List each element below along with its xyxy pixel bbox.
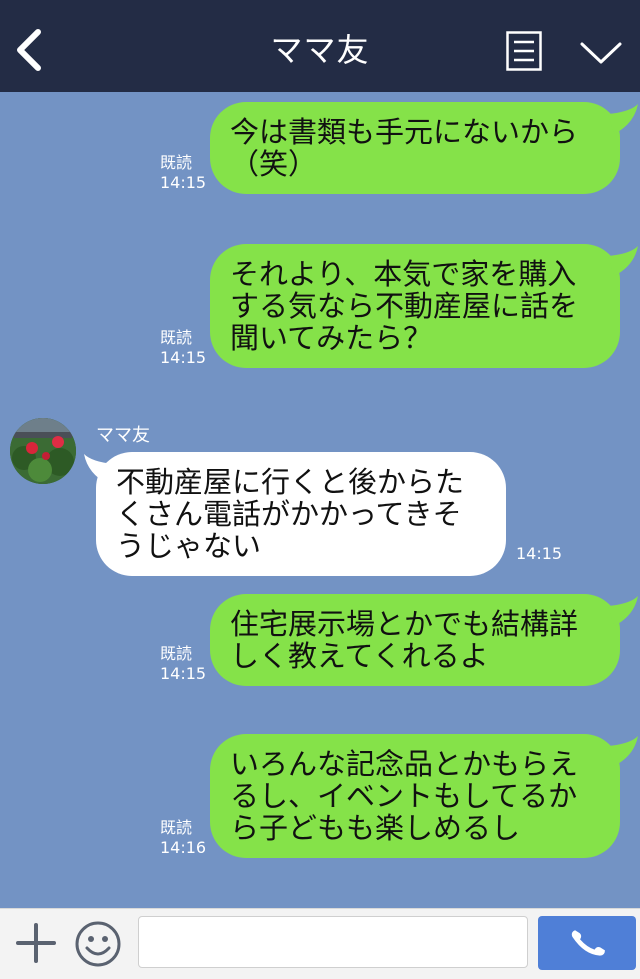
- message-time: 14:15: [516, 544, 563, 563]
- phone-icon: [571, 930, 605, 956]
- call-button[interactable]: [538, 916, 636, 970]
- message-line: しく教えてくれるよ: [230, 639, 489, 673]
- message-line: ら子どもも楽しめるし: [230, 811, 521, 845]
- message-bubble-incoming[interactable]: 不動産屋に行くと後からた くさん電話がかかってきそ うじゃない: [96, 452, 506, 576]
- bubble-tail: [84, 454, 114, 484]
- smiley-icon: [75, 921, 121, 967]
- bubble-tail: [608, 104, 638, 134]
- chevron-down-icon: [580, 42, 622, 64]
- bubble-tail: [608, 246, 638, 276]
- message-input-bar: [0, 908, 640, 979]
- message-bubble-outgoing[interactable]: いろんな記念品とかもらえ るし、イベントもしてるか ら子どもも楽しめるし: [210, 734, 620, 858]
- message-line: 不動産屋に行くと後からた: [116, 465, 465, 499]
- plus-icon: [16, 923, 56, 963]
- list-icon: [506, 31, 542, 71]
- message-time: 14:15: [160, 348, 207, 367]
- message-bubble-outgoing[interactable]: 住宅展示場とかでも結構詳 しく教えてくれるよ: [210, 594, 620, 686]
- message-line: （笑）: [230, 147, 318, 181]
- read-receipt: 既読: [160, 328, 193, 347]
- message-line: うじゃない: [116, 529, 262, 563]
- read-receipt: 既読: [160, 644, 193, 663]
- add-button[interactable]: [14, 921, 58, 965]
- message-line: 今は書類も手元にないから: [230, 115, 579, 149]
- menu-button[interactable]: [506, 31, 542, 71]
- chat-header: ママ友: [0, 0, 640, 92]
- message-line: いろんな記念品とかもらえ: [230, 747, 579, 781]
- chat-area[interactable]: 既読 14:15 今は書類も手元にないから （笑） 既読 14:15 それより、…: [0, 92, 640, 908]
- rose-photo: [10, 418, 76, 484]
- emoji-button[interactable]: [74, 920, 122, 968]
- message-line: それより、本気で家を購入: [230, 257, 577, 291]
- message-time: 14:15: [160, 664, 207, 683]
- message-bubble-outgoing[interactable]: 今は書類も手元にないから （笑）: [210, 102, 620, 194]
- collapse-button[interactable]: [578, 38, 624, 68]
- message-bubble-outgoing[interactable]: それより、本気で家を購入 する気なら不動産屋に話を 聞いてみたら？: [210, 244, 620, 368]
- message-line: 住宅展示場とかでも結構詳: [230, 607, 579, 641]
- avatar[interactable]: [10, 418, 76, 484]
- bubble-tail: [608, 736, 638, 766]
- message-line: くさん電話がかかってきそ: [116, 497, 462, 531]
- message-meta: 既読 14:15: [160, 153, 206, 193]
- read-receipt: 既読: [160, 818, 193, 837]
- message-line: るし、イベントもしてるか: [230, 779, 578, 813]
- read-receipt: 既読: [160, 153, 193, 172]
- message-time: 14:16: [160, 838, 207, 857]
- message-meta: 既読 14:16: [160, 818, 206, 858]
- message-time: 14:15: [160, 173, 207, 192]
- bubble-tail: [608, 596, 638, 626]
- chat-title: ママ友: [270, 31, 370, 69]
- sender-name: ママ友: [96, 425, 150, 446]
- message-line: 聞いてみたら？: [230, 321, 433, 355]
- message-meta: 既読 14:15: [160, 328, 206, 368]
- message-input[interactable]: [138, 916, 528, 968]
- message-meta: 既読 14:15: [160, 644, 206, 684]
- message-line: する気なら不動産屋に話を: [230, 289, 579, 323]
